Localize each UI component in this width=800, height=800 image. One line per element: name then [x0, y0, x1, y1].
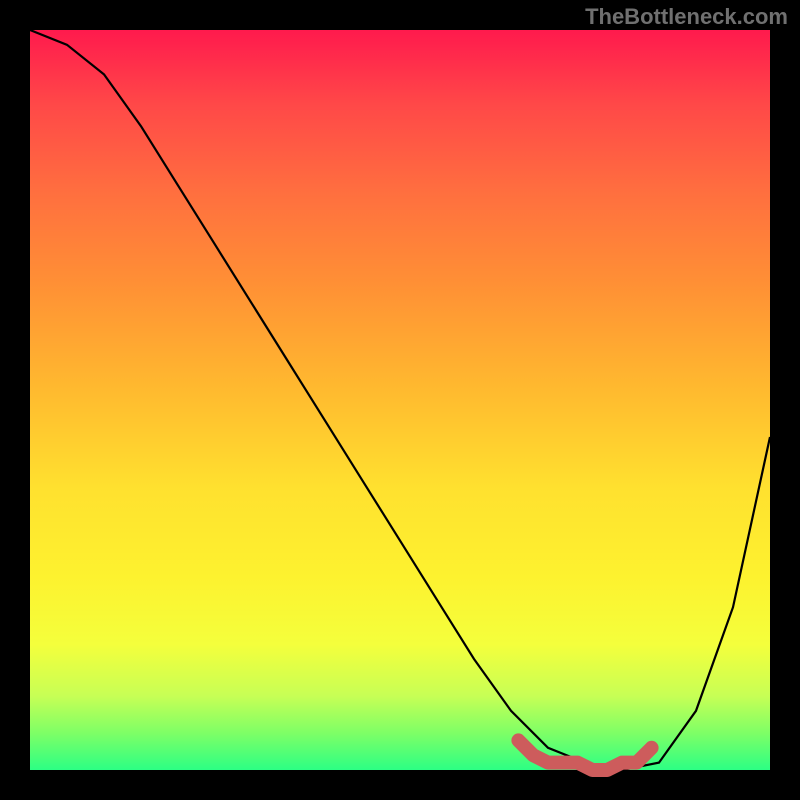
optimal-zone-line [518, 740, 651, 770]
watermark: TheBottleneck.com [585, 4, 788, 30]
chart-svg [30, 30, 770, 770]
bottleneck-curve-line [30, 30, 770, 770]
